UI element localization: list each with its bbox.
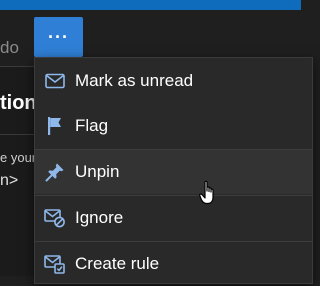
undo-button-label[interactable]: do bbox=[0, 38, 19, 58]
message-subject-fragment: tion bbox=[0, 92, 37, 114]
menu-item-label: Ignore bbox=[75, 208, 124, 227]
menu-item-ignore[interactable]: Ignore bbox=[35, 196, 312, 240]
envelope-icon bbox=[35, 59, 75, 103]
app-top-bar bbox=[0, 0, 301, 10]
more-actions-button[interactable]: ··· bbox=[34, 17, 83, 57]
more-actions-menu: Mark as unread Flag Unpin Ignore Create … bbox=[34, 57, 313, 284]
message-link-fragment: n> bbox=[0, 172, 19, 189]
menu-item-label: Unpin bbox=[75, 162, 120, 181]
ignore-icon bbox=[35, 196, 75, 240]
menu-item-label: Flag bbox=[75, 116, 109, 135]
menu-item-create-rule[interactable]: Create rule bbox=[35, 242, 312, 286]
menu-item-flag[interactable]: Flag bbox=[35, 104, 312, 148]
message-body-fragment-left: e your bbox=[0, 150, 37, 165]
menu-item-label: Create rule bbox=[75, 254, 160, 273]
hand-pointer-cursor-icon bbox=[199, 180, 221, 211]
pin-icon bbox=[35, 150, 75, 194]
menu-item-mark-as-unread[interactable]: Mark as unread bbox=[35, 59, 312, 103]
menu-item-unpin[interactable]: Unpin bbox=[35, 150, 312, 194]
flag-icon bbox=[35, 104, 75, 148]
create-rule-icon bbox=[35, 242, 75, 286]
menu-item-label: Mark as unread bbox=[75, 71, 194, 90]
